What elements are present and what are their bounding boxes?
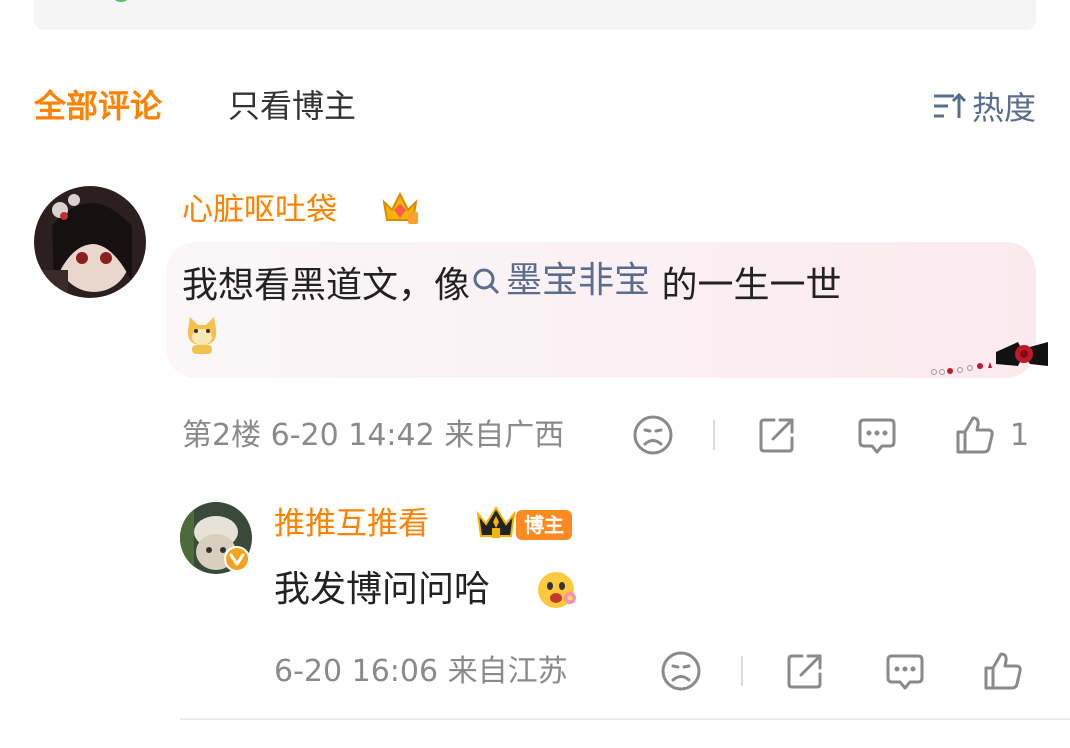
dislike-button[interactable] [632, 414, 674, 456]
share-icon [759, 418, 794, 453]
comment-icon [886, 654, 924, 690]
reply-text-content: 我发博问问哈 [274, 569, 491, 610]
search-icon [473, 268, 500, 295]
reply-meta: 6-20 16:06 来自江苏 [274, 652, 568, 692]
comment-text-after: 的一生一世 [661, 265, 842, 306]
previous-card [34, 0, 1036, 30]
verified-icon [224, 546, 250, 576]
bottom-divider [180, 718, 1070, 720]
doge-emoji [184, 315, 220, 359]
reply-comment-button[interactable] [884, 650, 926, 692]
share-button[interactable] [756, 414, 798, 456]
comment-time: 6-20 14:42 [270, 418, 435, 453]
like-button[interactable]: 1 [954, 414, 1029, 456]
reply-location: 来自江苏 [447, 654, 568, 689]
reply-text: 我发博问问哈 [274, 566, 490, 614]
comment-text-before: 我想看黑道文，像 [182, 265, 471, 306]
vip-crown-icon [474, 502, 518, 546]
action-divider [741, 656, 743, 686]
like-count: 1 [1010, 417, 1030, 453]
comment-location: 来自广西 [444, 418, 565, 453]
reply-like-button[interactable] [982, 650, 1024, 692]
comment-meta: 第2楼 6-20 14:42 来自广西 [182, 416, 564, 456]
comment-button[interactable] [856, 414, 898, 456]
bubble-decoration [926, 334, 1050, 384]
sort-icon [933, 92, 966, 118]
topic-link-label: 墨宝非宝 [506, 260, 651, 301]
comment-username[interactable]: 心脏呕吐袋 [182, 190, 337, 230]
action-divider [713, 420, 715, 450]
topic-link[interactable]: 墨宝非宝 [470, 257, 650, 305]
avatar[interactable] [34, 186, 146, 298]
comment-tabs: 全部评论 只看博主 热度 [34, 84, 1036, 128]
dislike-icon [661, 651, 701, 691]
sort-button[interactable]: 热度 [932, 84, 1036, 128]
tab-all-comments[interactable]: 全部评论 [34, 84, 162, 128]
shy-emoji [534, 568, 582, 616]
previous-card-indicator [114, 0, 128, 2]
comment-icon [858, 418, 896, 454]
blogger-badge: 博主 [516, 510, 572, 540]
like-icon [984, 652, 1022, 690]
tab-blogger-only[interactable]: 只看博主 [228, 84, 356, 128]
like-icon [956, 416, 994, 454]
reply-dislike-button[interactable] [660, 650, 702, 692]
share-icon [787, 654, 822, 689]
reply-share-button[interactable] [784, 650, 826, 692]
dislike-icon [633, 415, 673, 455]
reply-time: 6-20 16:06 [274, 654, 439, 689]
comment-text: 我想看黑道文，像 墨宝非宝 的一生一世 [182, 257, 842, 310]
reply-username[interactable]: 推推互推看 [274, 504, 429, 544]
comment-floor: 第2楼 [182, 418, 262, 453]
vip-crown-icon [380, 186, 420, 230]
sort-label: 热度 [971, 89, 1036, 127]
